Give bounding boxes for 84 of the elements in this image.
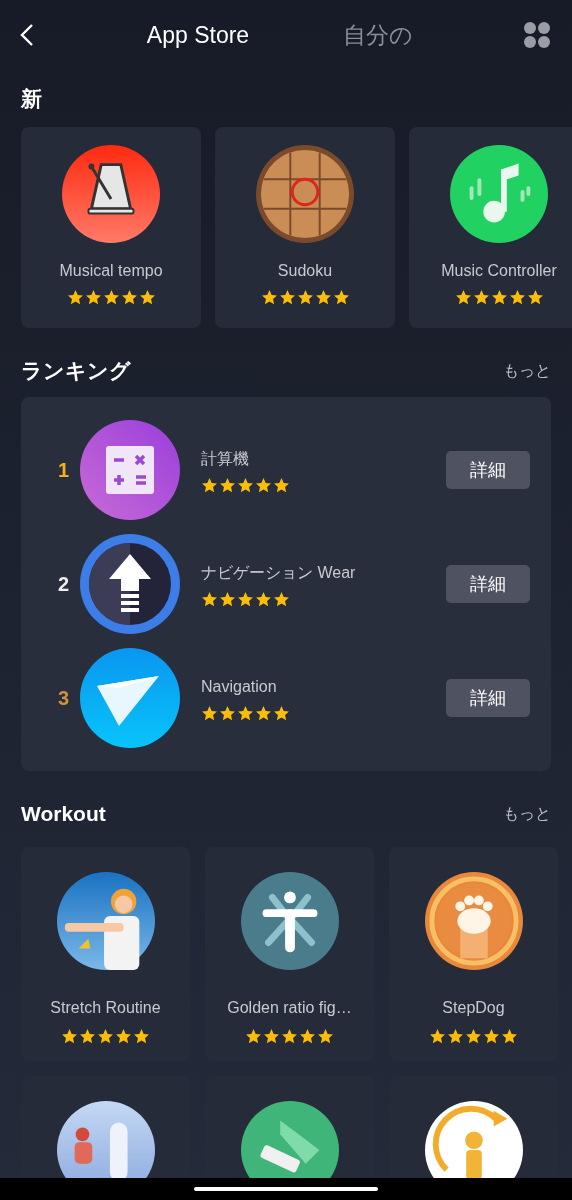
app-name: StepDog xyxy=(442,997,505,1018)
paw-icon xyxy=(424,871,523,970)
music-note-icon xyxy=(450,145,548,244)
details-button[interactable]: 詳細 xyxy=(446,565,530,604)
apps-grid-icon[interactable] xyxy=(524,22,550,48)
app-card[interactable]: Sudoku xyxy=(215,127,395,329)
star-icon xyxy=(490,289,508,307)
star-icon xyxy=(447,1027,464,1045)
star-icon xyxy=(255,704,272,722)
star-icon xyxy=(219,704,236,722)
star-icon xyxy=(201,476,218,494)
section-title: 新 xyxy=(21,86,43,112)
star-icon xyxy=(299,1027,316,1045)
metronome-icon xyxy=(62,145,160,244)
star-icon xyxy=(454,289,472,307)
star-icon xyxy=(245,1027,262,1045)
tab[interactable]: 自分の xyxy=(343,17,413,53)
app-name: Navigation xyxy=(201,676,278,697)
star-icon xyxy=(429,1027,446,1045)
star-icon xyxy=(219,590,236,608)
star-icon xyxy=(332,289,350,307)
star-icon xyxy=(296,289,314,307)
sudoku-icon xyxy=(256,145,354,244)
star-icon xyxy=(61,1027,78,1045)
star-icon xyxy=(501,1027,518,1045)
app-name: Golden ratio fig… xyxy=(227,997,352,1018)
star-icon xyxy=(66,289,84,307)
star-icon xyxy=(97,1027,114,1045)
stretching-figure-icon xyxy=(56,871,155,970)
star-icon xyxy=(260,289,278,307)
star-icon xyxy=(102,289,120,307)
app-card[interactable]: Stretch Routine xyxy=(21,846,190,1061)
star-icon xyxy=(237,590,254,608)
tab[interactable]: App Store xyxy=(146,17,250,53)
app-name: Stretch Routine xyxy=(50,997,161,1018)
star-icon xyxy=(237,704,254,722)
star-icon xyxy=(237,476,254,494)
more-link[interactable]: もっと xyxy=(503,801,551,826)
rank-number: 2 xyxy=(56,572,70,598)
app-card[interactable]: StepDog xyxy=(389,846,558,1061)
star-icon xyxy=(281,1027,298,1045)
arrow-up-icon xyxy=(80,534,180,635)
rank-number: 3 xyxy=(56,686,70,712)
star-icon xyxy=(472,289,490,307)
section-title: ランキング xyxy=(21,358,131,384)
star-icon xyxy=(273,476,290,494)
star-icon xyxy=(115,1027,132,1045)
app-name: ナビゲーション Wear xyxy=(201,562,357,583)
star-icon xyxy=(317,1027,334,1045)
details-button[interactable]: 詳細 xyxy=(446,451,530,490)
star-icon xyxy=(465,1027,482,1045)
calculator-icon xyxy=(80,420,180,521)
star-icon xyxy=(255,476,272,494)
app-card[interactable]: Music Controller xyxy=(409,127,572,329)
figure-icon xyxy=(240,871,339,970)
paper-plane-icon xyxy=(80,648,180,749)
star-icon xyxy=(273,590,290,608)
star-icon xyxy=(483,1027,500,1045)
app-card[interactable]: Musical tempo xyxy=(21,127,201,329)
star-icon xyxy=(201,590,218,608)
star-icon xyxy=(508,289,526,307)
rank-number: 1 xyxy=(56,458,70,484)
app-card[interactable]: Golden ratio fig… xyxy=(205,846,374,1061)
star-icon xyxy=(79,1027,96,1045)
star-icon xyxy=(84,289,102,307)
star-icon xyxy=(314,289,332,307)
more-link[interactable]: もっと xyxy=(503,358,551,383)
star-icon xyxy=(219,476,236,494)
star-icon xyxy=(273,704,290,722)
app-name: 計算機 xyxy=(201,448,250,469)
section-title: Workout xyxy=(21,801,106,827)
star-icon xyxy=(526,289,544,307)
star-icon xyxy=(255,590,272,608)
app-name: Musical tempo xyxy=(59,261,163,282)
app-name: Sudoku xyxy=(277,261,333,282)
star-icon xyxy=(133,1027,150,1045)
star-icon xyxy=(138,289,156,307)
app-name: Music Controller xyxy=(441,261,557,282)
details-button[interactable]: 詳細 xyxy=(446,679,530,718)
back-icon[interactable] xyxy=(20,23,34,47)
star-icon xyxy=(201,704,218,722)
star-icon xyxy=(120,289,138,307)
star-icon xyxy=(278,289,296,307)
star-icon xyxy=(263,1027,280,1045)
